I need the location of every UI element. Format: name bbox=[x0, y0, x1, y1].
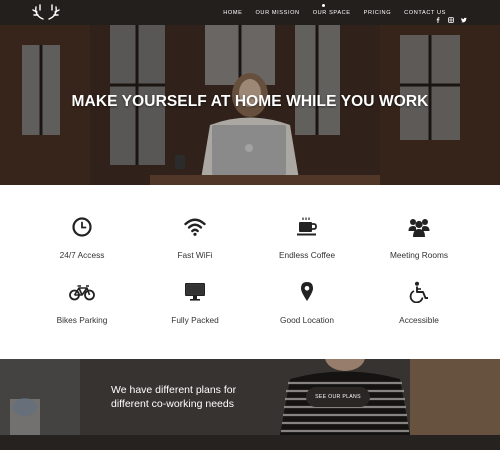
wheelchair-icon bbox=[409, 281, 428, 303]
feature-fully-packed: Fully Packed bbox=[140, 281, 250, 325]
nav-home-link[interactable]: HOME bbox=[223, 10, 242, 16]
cta-heading: We have different plans for different co… bbox=[111, 383, 271, 411]
bicycle-icon bbox=[69, 285, 95, 301]
wifi-icon bbox=[184, 218, 206, 236]
map-marker-icon bbox=[301, 282, 313, 301]
nav-our-space-link[interactable]: OUR SPACE bbox=[313, 10, 351, 16]
coffee-cup-icon bbox=[297, 217, 317, 236]
cta-line-1: We have different plans for bbox=[111, 384, 237, 396]
top-navbar: HOME OUR MISSION OUR SPACE PRICING CONTA… bbox=[0, 0, 500, 25]
group-icon bbox=[408, 219, 430, 237]
instagram-icon[interactable] bbox=[448, 10, 454, 23]
feature-endless-coffee: Endless Coffee bbox=[252, 216, 362, 260]
feature-fast-wifi: Fast WiFi bbox=[140, 216, 250, 260]
hero-title: MAKE YOURSELF AT HOME WHILE YOU WORK bbox=[71, 93, 429, 110]
twitter-icon[interactable] bbox=[461, 10, 467, 22]
feature-label: Bikes Parking bbox=[56, 315, 108, 325]
feature-good-location: Good Location bbox=[252, 281, 362, 325]
antlers-logo-icon[interactable] bbox=[32, 4, 60, 21]
feature-label: Fully Packed bbox=[171, 315, 219, 325]
facebook-icon[interactable] bbox=[435, 10, 441, 23]
feature-label: 24/7 Access bbox=[59, 250, 105, 260]
clock-icon bbox=[72, 217, 92, 237]
cta-line-2: different co-working needs bbox=[111, 398, 234, 410]
nav-pricing-link[interactable]: PRICING bbox=[364, 10, 392, 16]
features-section: 24/7 Access Fast WiFi Endless Coffee Mee… bbox=[0, 185, 500, 359]
hero-banner: MAKE YOURSELF AT HOME WHILE YOU WORK bbox=[0, 25, 500, 185]
feature-24-7-access: 24/7 Access bbox=[27, 216, 137, 260]
feature-bikes-parking: Bikes Parking bbox=[27, 281, 137, 325]
social-links bbox=[428, 0, 467, 25]
feature-label: Endless Coffee bbox=[278, 250, 336, 260]
nav-our-mission-link[interactable]: OUR MISSION bbox=[255, 10, 299, 16]
plans-cta-banner: We have different plans for different co… bbox=[0, 359, 500, 435]
feature-label: Good Location bbox=[280, 315, 334, 325]
feature-label: Meeting Rooms bbox=[389, 250, 449, 260]
main-menu: HOME OUR MISSION OUR SPACE PRICING CONTA… bbox=[210, 0, 446, 25]
feature-label: Accessible bbox=[399, 315, 439, 325]
feature-meeting-rooms: Meeting Rooms bbox=[364, 216, 474, 260]
footer-strip bbox=[0, 435, 500, 450]
monitor-icon bbox=[185, 283, 205, 301]
see-our-plans-button[interactable]: SEE OUR PLANS bbox=[306, 387, 370, 407]
feature-label: Fast WiFi bbox=[177, 250, 213, 260]
feature-accessible: Accessible bbox=[364, 281, 474, 325]
